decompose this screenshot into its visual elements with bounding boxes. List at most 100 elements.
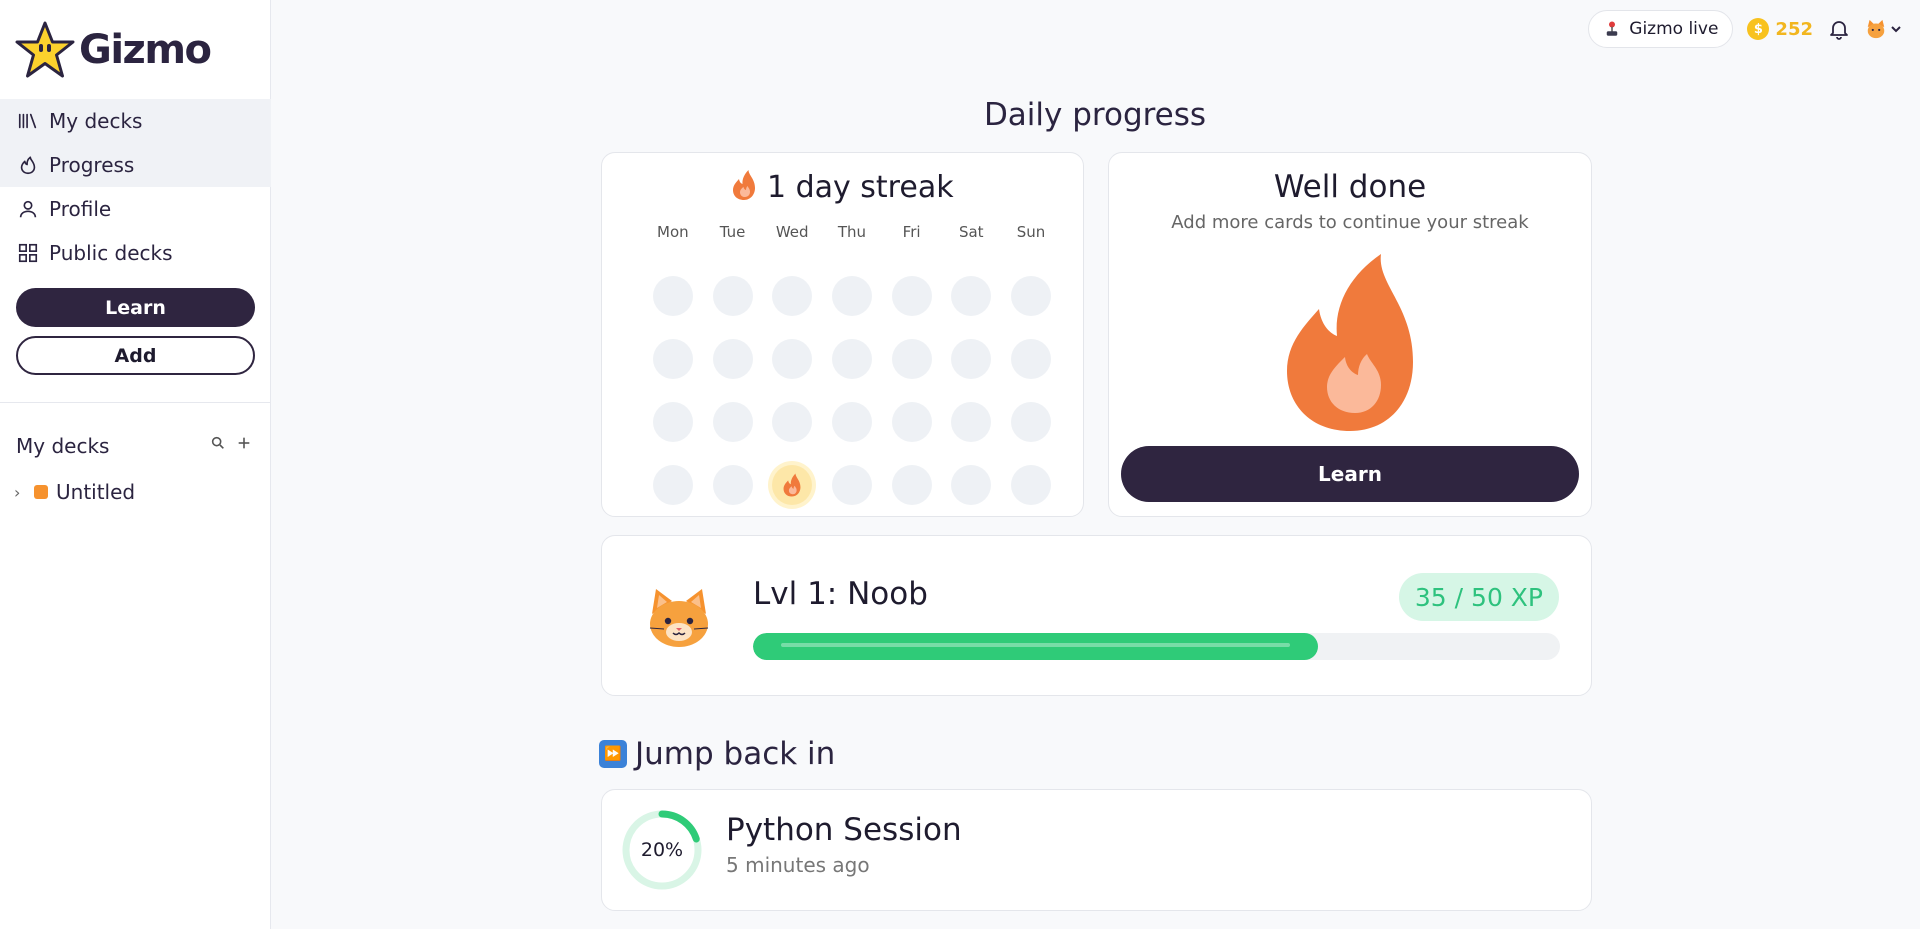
sidebar: Gizmo My decks Progress Profile Public d… xyxy=(0,0,271,929)
calendar-cell xyxy=(882,264,942,327)
streak-day xyxy=(772,338,813,379)
calendar-cell xyxy=(762,453,822,516)
gizmo-live-button[interactable]: Gizmo live xyxy=(1588,10,1734,48)
streak-day xyxy=(831,464,872,505)
streak-day xyxy=(712,275,753,316)
calendar-cell xyxy=(941,264,1001,327)
calendar-cell xyxy=(1001,453,1061,516)
decks-section-title: My decks xyxy=(16,434,110,458)
session-name: Python Session xyxy=(726,812,962,848)
streak-day xyxy=(652,401,693,442)
streak-day xyxy=(712,464,753,505)
jump-back-title: ⏩ Jump back in xyxy=(599,736,835,772)
well-done-title: Well done xyxy=(1273,169,1427,205)
day-mon: Mon xyxy=(657,223,689,241)
calendar-cell xyxy=(822,453,882,516)
user-menu[interactable] xyxy=(1865,18,1902,40)
jump-back-label: Jump back in xyxy=(635,736,836,772)
streak-day xyxy=(891,338,932,379)
calendar-cell xyxy=(882,390,942,453)
bell-icon[interactable] xyxy=(1827,17,1851,41)
sidebar-item-public-decks[interactable]: Public decks xyxy=(0,231,271,275)
streak-day xyxy=(1010,338,1051,379)
done-learn-button[interactable]: Learn xyxy=(1121,446,1579,502)
calendar-cell xyxy=(1001,327,1061,390)
search-icon[interactable] xyxy=(210,435,226,451)
streak-card: 1 day streak Mon Tue Wed Thu Fri Sat Sun xyxy=(601,152,1084,517)
streak-day xyxy=(652,464,693,505)
day-fri: Fri xyxy=(902,223,921,241)
cat-avatar-icon xyxy=(1867,19,1885,39)
streak-day xyxy=(652,338,693,379)
calendar-cell xyxy=(703,327,763,390)
streak-day xyxy=(951,464,992,505)
day-tue: Tue xyxy=(719,223,746,241)
streak-day xyxy=(951,401,992,442)
calendar-cell xyxy=(643,327,703,390)
streak-day xyxy=(1010,401,1051,442)
sidebar-item-profile[interactable]: Profile xyxy=(0,187,271,231)
streak-day xyxy=(772,401,813,442)
day-sat: Sat xyxy=(958,223,984,241)
day-sun: Sun xyxy=(1016,223,1046,241)
calendar-cell xyxy=(762,264,822,327)
plus-icon[interactable] xyxy=(236,435,252,451)
calendar-cell xyxy=(703,390,763,453)
calendar-cell xyxy=(882,327,942,390)
calendar-cell xyxy=(822,327,882,390)
deck-item[interactable]: › Untitled xyxy=(14,480,135,504)
deck-name: Untitled xyxy=(56,480,136,504)
streak-day xyxy=(772,275,813,316)
logo[interactable]: Gizmo xyxy=(15,20,212,80)
chevron-right-icon[interactable]: › xyxy=(14,483,26,502)
streak-day xyxy=(951,338,992,379)
star-logo-icon xyxy=(15,21,75,78)
sidebar-item-label: Public decks xyxy=(49,241,173,265)
xp-badge: 35 / 50 XP xyxy=(1398,573,1559,621)
streak-day xyxy=(652,275,693,316)
coin-count: 252 xyxy=(1775,18,1813,40)
streak-day xyxy=(1010,275,1051,316)
joystick-icon xyxy=(1607,21,1618,36)
streak-label: 1 day streak xyxy=(766,170,954,205)
flame-outline-icon xyxy=(20,156,36,175)
streak-day xyxy=(1010,464,1051,505)
weekday-header: Mon Tue Wed Thu Fri Sat Sun xyxy=(643,223,1061,241)
calendar-cell xyxy=(941,390,1001,453)
level-card: Lvl 1: Noob 35 / 50 XP xyxy=(601,535,1592,696)
decks-actions xyxy=(210,435,252,451)
sidebar-item-label: Profile xyxy=(49,197,112,221)
chevron-down-icon xyxy=(1891,26,1901,33)
session-time: 5 minutes ago xyxy=(726,853,870,877)
sidebar-item-label: Progress xyxy=(49,153,135,177)
calendar-cell xyxy=(762,390,822,453)
coin-balance[interactable]: $ 252 xyxy=(1747,18,1813,40)
sidebar-learn-button[interactable]: Learn xyxy=(16,288,255,327)
streak-day xyxy=(891,275,932,316)
gizmo-live-label: Gizmo live xyxy=(1629,19,1719,39)
calendar-cell xyxy=(941,327,1001,390)
sidebar-divider xyxy=(0,402,271,403)
topbar: Gizmo live $ 252 xyxy=(1588,10,1902,48)
calendar-cell xyxy=(643,264,703,327)
grid-icon xyxy=(18,243,38,263)
streak-day xyxy=(891,401,932,442)
streak-day xyxy=(831,275,872,316)
flame-icon xyxy=(783,472,801,497)
session-card[interactable]: 20% Python Session 5 minutes ago xyxy=(601,789,1592,911)
streak-day xyxy=(831,401,872,442)
cat-avatar-icon xyxy=(649,589,709,647)
day-thu: Thu xyxy=(837,223,866,241)
streak-title: 1 day streak xyxy=(602,169,1083,205)
sidebar-add-button[interactable]: Add xyxy=(16,336,255,375)
calendar-cell xyxy=(762,327,822,390)
streak-day xyxy=(891,464,932,505)
calendar-cell xyxy=(822,264,882,327)
streak-day xyxy=(951,275,992,316)
xp-progress-shine xyxy=(781,643,1290,647)
sidebar-item-progress[interactable]: Progress xyxy=(0,143,271,187)
level-name: Lvl 1: Noob xyxy=(753,576,928,612)
person-icon xyxy=(19,200,37,218)
streak-day-active xyxy=(772,464,813,505)
xp-progress-bar xyxy=(753,633,1560,660)
